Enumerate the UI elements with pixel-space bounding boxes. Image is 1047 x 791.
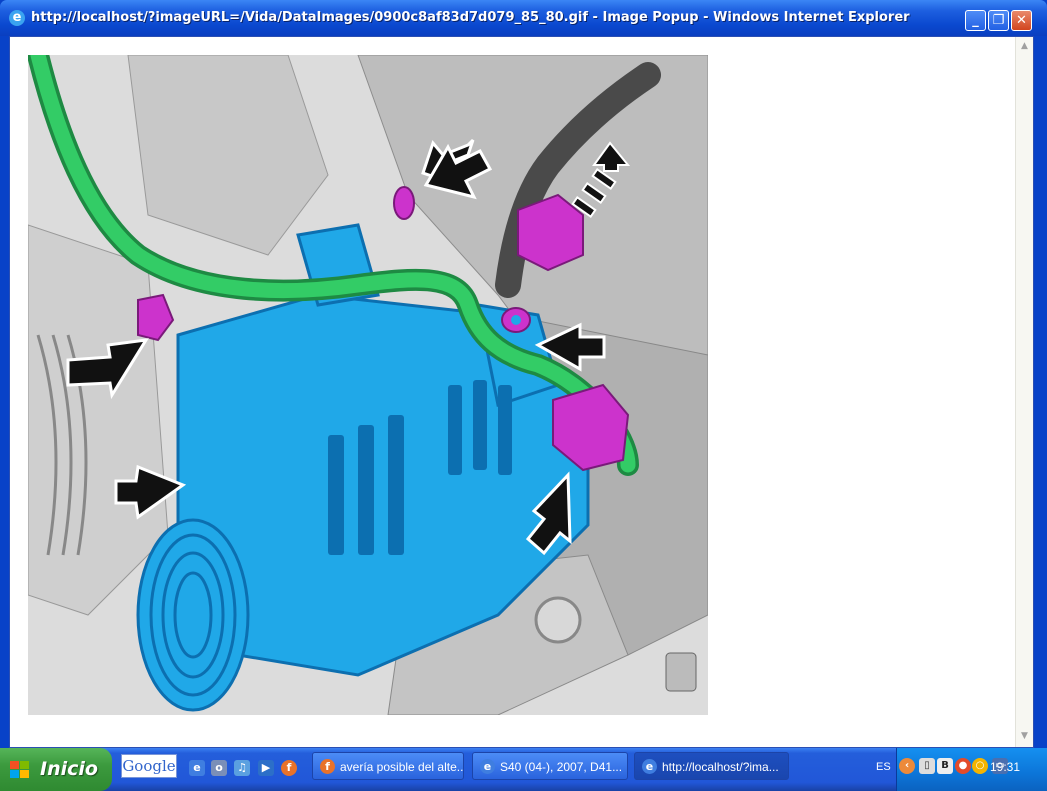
scroll-up-icon[interactable]: ▲: [1017, 39, 1032, 54]
task-label: avería posible del alte...: [340, 760, 464, 774]
start-button[interactable]: Inicio: [0, 748, 112, 791]
ie-icon: e: [9, 10, 25, 26]
firefox-icon[interactable]: f: [281, 760, 297, 776]
vertical-scrollbar[interactable]: ▲ ▼: [1015, 37, 1033, 747]
alternator-diagram: [28, 55, 708, 715]
start-label: Inicio: [40, 758, 98, 780]
clock: 19:31: [990, 760, 1021, 774]
google-toolbar-button[interactable]: Google: [121, 754, 177, 778]
google-label: Google: [122, 757, 176, 775]
firefox-icon: f: [320, 759, 335, 774]
antivirus-icon[interactable]: ●: [955, 758, 971, 774]
browser-window: e http://localhost/?imageURL=/Vida/DataI…: [0, 0, 1047, 748]
taskbar-item-firefox[interactable]: f avería posible del alte...: [312, 752, 464, 780]
device-icon[interactable]: ▯: [919, 758, 935, 774]
system-tray: ‹ ▯ B ● ○ ▭: [896, 748, 1047, 791]
ie-icon: e: [480, 759, 495, 774]
alternator-diagram-image: [28, 55, 708, 715]
player-icon[interactable]: ▶: [258, 760, 274, 776]
language-indicator[interactable]: ES: [876, 760, 891, 774]
title-bar[interactable]: e http://localhost/?imageURL=/Vida/DataI…: [0, 0, 1047, 36]
outlook-icon[interactable]: o: [211, 760, 227, 776]
windows-logo-icon: [10, 761, 29, 778]
sync-icon[interactable]: ○: [972, 758, 988, 774]
taskbar: Inicio Google e o ♫ ▶ f f avería posible…: [0, 748, 1047, 791]
task-label: http://localhost/?ima...: [662, 760, 779, 774]
network-icon[interactable]: B: [937, 758, 953, 774]
ie-icon: e: [642, 759, 657, 774]
taskbar-item-image-popup[interactable]: e http://localhost/?ima...: [634, 752, 789, 780]
taskbar-item-s40[interactable]: e S40 (04-), 2007, D41...: [472, 752, 628, 780]
media-icon[interactable]: ♫: [234, 760, 250, 776]
maximize-button[interactable]: ❐: [988, 10, 1009, 31]
window-title: http://localhost/?imageURL=/Vida/DataIma…: [31, 10, 910, 25]
page-content: ▲ ▼: [9, 36, 1034, 748]
task-label: S40 (04-), 2007, D41...: [500, 760, 623, 774]
minimize-button[interactable]: _: [965, 10, 986, 31]
scroll-down-icon[interactable]: ▼: [1017, 729, 1032, 744]
close-button[interactable]: ✕: [1011, 10, 1032, 31]
ie-icon[interactable]: e: [189, 760, 205, 776]
collapse-chevron-icon[interactable]: ‹: [899, 758, 915, 774]
